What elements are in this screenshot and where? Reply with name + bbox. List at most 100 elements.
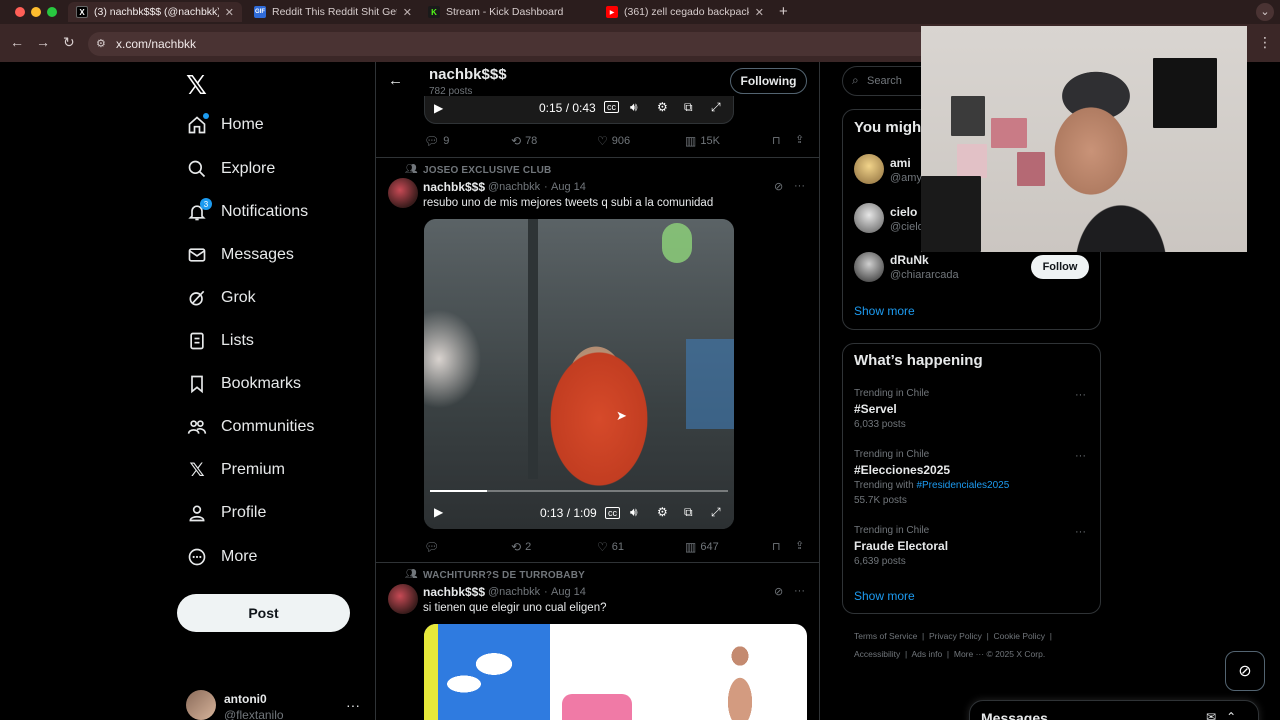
captions-icon[interactable]: cc (604, 101, 619, 113)
nav-communities[interactable]: Communities (186, 412, 314, 442)
like-button[interactable]: ♡ 906 (597, 134, 630, 148)
tweet-more-icon[interactable]: ··· (794, 180, 805, 192)
share-icon[interactable]: ⇪ (795, 539, 804, 552)
suggested-user-avatar[interactable] (854, 252, 884, 282)
nav-bookmarks[interactable]: Bookmarks (186, 369, 301, 399)
volume-icon[interactable]: 🔊︎ (630, 100, 638, 115)
settings-gear-icon[interactable]: ⚙ (657, 100, 668, 114)
tab-close-icon[interactable]: ✕ (755, 6, 764, 19)
nav-lists[interactable]: Lists (186, 326, 254, 356)
pip-icon[interactable]: ⧉ (684, 505, 693, 520)
footer-ads-link[interactable]: Ads info (911, 649, 942, 659)
browser-tab-youtube[interactable]: ▶ (361) zell cegado backpack - Yo ✕ (598, 2, 772, 22)
suggested-user-handle[interactable]: @cielo (890, 221, 924, 233)
tweet-author-avatar[interactable] (388, 178, 418, 208)
nav-messages[interactable]: Messages (186, 240, 294, 270)
nav-premium[interactable]: 𝕏 Premium (186, 455, 285, 485)
nav-explore[interactable]: Explore (186, 154, 275, 184)
tab-close-icon[interactable]: ✕ (403, 6, 412, 19)
window-minimize-button[interactable] (31, 7, 41, 17)
repost-button[interactable]: ⟲ 2 (511, 540, 531, 554)
forward-icon[interactable]: → (36, 34, 50, 50)
like-button[interactable]: ♡ 61 (597, 540, 624, 554)
suggested-user-name[interactable]: cielo (890, 205, 917, 219)
who-to-follow-show-more[interactable]: Show more (854, 304, 915, 318)
tweet-author-name[interactable]: nachbk$$$ (423, 180, 485, 194)
account-handle[interactable]: @flextanilo (224, 708, 284, 720)
community-name[interactable]: JOSEO EXCLUSIVE CLUB (423, 165, 551, 176)
nav-home[interactable]: Home (186, 110, 264, 140)
tweet-image-left[interactable] (424, 624, 550, 720)
community-name[interactable]: WACHITURR?S DE TURROBABY (423, 570, 585, 581)
trend-more-icon[interactable]: ··· (1075, 526, 1086, 538)
tweet-author-handle[interactable]: @nachbkk (488, 181, 540, 193)
tweet-author-avatar[interactable] (388, 584, 418, 614)
suggested-user-avatar[interactable] (854, 203, 884, 233)
suggested-user-name[interactable]: dRuNk (890, 253, 929, 267)
trend-more-icon[interactable]: ··· (1075, 450, 1086, 462)
reload-icon[interactable]: ↻ (63, 34, 75, 51)
tab-close-icon[interactable]: ✕ (225, 6, 234, 19)
suggested-user-avatar[interactable] (854, 154, 884, 184)
settings-gear-icon[interactable]: ⚙ (657, 505, 668, 519)
tweet-date[interactable]: Aug 14 (551, 586, 586, 598)
account-avatar[interactable] (186, 690, 216, 720)
trend-name[interactable]: #Elecciones2025 (854, 463, 950, 477)
fullscreen-icon[interactable]: ⤢ (711, 100, 721, 115)
site-settings-icon[interactable]: ⚙ (96, 37, 106, 50)
footer-privacy-link[interactable]: Privacy Policy (929, 631, 982, 641)
bookmark-icon[interactable]: ⊓ (772, 540, 781, 553)
play-icon[interactable]: ▶ (434, 101, 443, 115)
repost-button[interactable]: ⟲ 78 (511, 134, 537, 148)
address-bar[interactable] (88, 32, 948, 56)
following-button[interactable]: Following (730, 68, 807, 94)
browser-tab-x[interactable]: X (3) nachbk$$$ (@nachbkk) / X ✕ (68, 2, 242, 22)
fullscreen-icon[interactable]: ⤢ (711, 505, 721, 520)
nav-grok[interactable]: Grok (186, 283, 256, 313)
nav-notifications[interactable]: 3 Notifications (186, 197, 308, 227)
back-arrow-icon[interactable]: ← (388, 72, 403, 89)
browser-tab-reddit[interactable]: GIF Reddit This Reddit Shit Get Sh ✕ (246, 2, 420, 22)
tweet-author-handle[interactable]: @nachbkk (488, 586, 540, 598)
tab-search-chevron-icon[interactable]: ⌄ (1256, 3, 1274, 21)
browser-menu-icon[interactable]: ⋮ (1258, 34, 1272, 51)
video-progress-bar[interactable] (430, 490, 728, 492)
url-text[interactable]: x.com/nachbkk (116, 37, 196, 51)
footer-accessibility-link[interactable]: Accessibility (854, 649, 900, 659)
pip-icon[interactable]: ⧉ (684, 100, 693, 115)
tweet-video[interactable]: ▶ 0:13 / 1:09 cc 🔊︎ ⚙ ⧉ ⤢ (424, 219, 734, 529)
views-button[interactable]: ▥ 647 (685, 540, 719, 554)
trend-name[interactable]: Fraude Electoral (854, 539, 948, 553)
volume-icon[interactable]: 🔊︎ (630, 505, 638, 520)
tweet-image[interactable] (424, 624, 807, 720)
reply-button[interactable]: 💬︎ (424, 540, 443, 554)
grok-floating-button[interactable]: ⊘ (1225, 651, 1265, 691)
nav-profile[interactable]: Profile (186, 498, 266, 528)
footer-cookie-link[interactable]: Cookie Policy (994, 631, 1046, 641)
play-icon[interactable]: ▶ (434, 505, 443, 519)
nav-more[interactable]: More (186, 542, 257, 572)
trends-show-more[interactable]: Show more (854, 589, 915, 603)
new-tab-icon[interactable]: + (779, 3, 788, 20)
compose-message-icon[interactable]: ✉ (1206, 710, 1216, 720)
grok-explain-icon[interactable]: ⊘ (774, 180, 783, 193)
tweet-author-name[interactable]: nachbk$$$ (423, 585, 485, 599)
window-close-button[interactable] (15, 7, 25, 17)
footer-more-link[interactable]: More ··· (954, 649, 984, 659)
suggested-user-name[interactable]: ami (890, 156, 911, 170)
back-icon[interactable]: ← (10, 34, 24, 50)
window-zoom-button[interactable] (47, 7, 57, 17)
suggested-user-handle[interactable]: @chiararcada (890, 269, 959, 281)
messages-drawer-title[interactable]: Messages (981, 710, 1048, 720)
reply-button[interactable]: 💬︎ 9 (424, 134, 449, 148)
follow-button[interactable]: Follow (1031, 255, 1089, 279)
views-button[interactable]: ▥ 15K (685, 134, 720, 148)
captions-icon[interactable]: cc (605, 507, 620, 519)
footer-terms-link[interactable]: Terms of Service (854, 631, 917, 641)
post-button[interactable]: Post (177, 594, 350, 632)
share-icon[interactable]: ⇪ (795, 133, 804, 146)
tweet-more-icon[interactable]: ··· (794, 585, 805, 597)
trend-with-hashtag[interactable]: #Presidenciales2025 (916, 480, 1009, 491)
bookmark-icon[interactable]: ⊓ (772, 134, 781, 147)
x-logo-icon[interactable]: 𝕏 (186, 70, 207, 101)
